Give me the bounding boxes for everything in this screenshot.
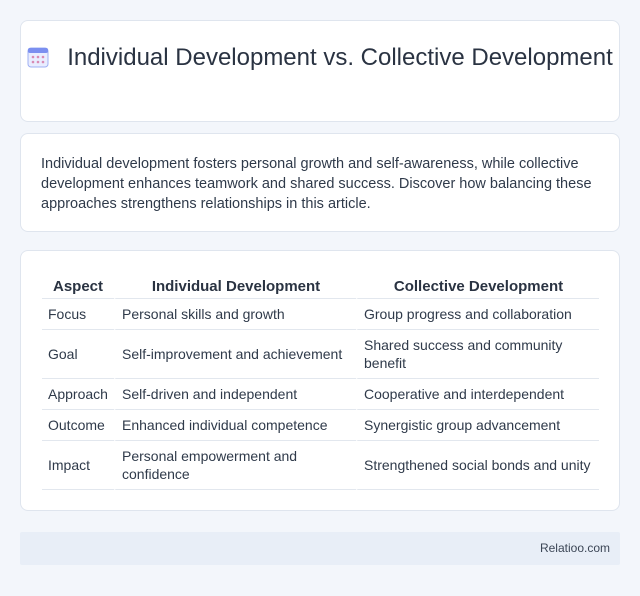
cell-individual: Self-improvement and achievement (114, 330, 356, 379)
calendar-icon (27, 47, 49, 68)
table-row: Approach Self-driven and independent Coo… (42, 379, 599, 410)
intro-card: Individual development fosters personal … (20, 133, 620, 232)
title-card: Individual Development vs. Collective De… (20, 20, 620, 122)
cell-aspect: Outcome (42, 410, 114, 441)
header-individual: Individual Development (114, 275, 356, 299)
cell-individual: Self-driven and independent (114, 379, 356, 410)
cell-individual: Personal empowerment and confidence (114, 441, 356, 490)
table-header-row: Aspect Individual Development Collective… (42, 275, 599, 299)
cell-individual: Personal skills and growth (114, 299, 356, 330)
cell-aspect: Focus (42, 299, 114, 330)
header-aspect: Aspect (42, 275, 114, 299)
cell-collective: Strengthened social bonds and unity (356, 441, 599, 490)
table-row: Goal Self-improvement and achievement Sh… (42, 330, 599, 379)
header-collective: Collective Development (356, 275, 599, 299)
table-row: Outcome Enhanced individual competence S… (42, 410, 599, 441)
cell-collective: Cooperative and interdependent (356, 379, 599, 410)
footer-bar: Relatioo.com (20, 532, 620, 565)
comparison-table: Aspect Individual Development Collective… (42, 275, 599, 490)
page-title: Individual Development vs. Collective De… (67, 44, 613, 71)
cell-aspect: Goal (42, 330, 114, 379)
cell-aspect: Approach (42, 379, 114, 410)
table-row: Focus Personal skills and growth Group p… (42, 299, 599, 330)
footer-brand-link[interactable]: Relatioo.com (540, 541, 610, 555)
cell-aspect: Impact (42, 441, 114, 490)
cell-collective: Synergistic group advancement (356, 410, 599, 441)
cell-collective: Group progress and collaboration (356, 299, 599, 330)
table-row: Impact Personal empowerment and confiden… (42, 441, 599, 490)
cell-individual: Enhanced individual competence (114, 410, 356, 441)
comparison-card: Aspect Individual Development Collective… (20, 250, 620, 511)
intro-text: Individual development fosters personal … (41, 156, 592, 212)
cell-collective: Shared success and community benefit (356, 330, 599, 379)
page-title-wrap: Individual Development vs. Collective De… (21, 43, 619, 72)
